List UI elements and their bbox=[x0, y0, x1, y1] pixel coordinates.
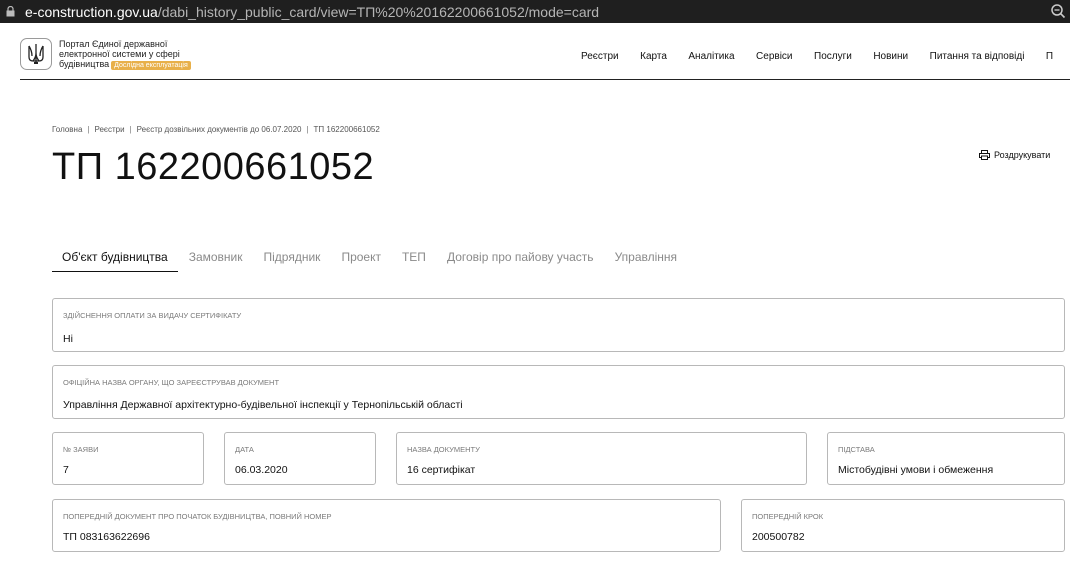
field-value: Управління Державної архітектурно-будіве… bbox=[63, 399, 463, 411]
field-value: 06.03.2020 bbox=[235, 464, 288, 476]
field-label: Попередній крок bbox=[752, 512, 824, 521]
nav-item-public-services[interactable]: Послуги bbox=[814, 51, 852, 62]
tab-share-agreement[interactable]: Договір про пайову участь bbox=[437, 248, 604, 272]
nav-item-map[interactable]: Карта bbox=[640, 51, 667, 62]
tab-tep[interactable]: ТЕП bbox=[392, 248, 436, 272]
portal-title-line3: будівництва bbox=[59, 59, 110, 69]
trident-logo-icon[interactable] bbox=[20, 38, 52, 70]
nav-item-registries[interactable]: Реєстри bbox=[581, 51, 619, 62]
breadcrumb: Головна | Реєстри | Реєстр дозвільних докуме… bbox=[52, 125, 380, 134]
field-payment: Здійснення оплати за видачу сертифікату … bbox=[52, 298, 1065, 352]
beta-badge: Дослідна експлуатація bbox=[111, 61, 191, 70]
print-button[interactable]: Роздрукувати bbox=[979, 150, 1050, 160]
main-nav: Реєстри Карта Аналітика Сервіси Послуги … bbox=[581, 51, 1070, 62]
breadcrumb-home[interactable]: Головна bbox=[52, 125, 82, 134]
nav-item-news[interactable]: Новини bbox=[873, 51, 908, 62]
field-previous-step: Попередній крок 200500782 bbox=[741, 499, 1065, 552]
field-document-name: Назва документу 16 сертифікат bbox=[396, 432, 807, 485]
field-label: Офіційна назва органу, що зареєстрував д… bbox=[63, 378, 280, 387]
nav-item-truncated[interactable]: П bbox=[1046, 51, 1053, 62]
site-header: Портал Єдиної державної електронної сист… bbox=[20, 30, 1070, 80]
field-value: 7 bbox=[63, 464, 69, 476]
card-tabs: Об'єкт будівництва Замовник Підрядник Пр… bbox=[52, 248, 688, 272]
lock-icon[interactable] bbox=[3, 0, 17, 23]
field-previous-document: Попередній документ про початок будівниц… bbox=[52, 499, 721, 552]
field-authority: Офіційна назва органу, що зареєстрував д… bbox=[52, 365, 1065, 419]
tab-contractor[interactable]: Підрядник bbox=[254, 248, 331, 272]
nav-item-services[interactable]: Сервіси bbox=[756, 51, 792, 62]
tab-project[interactable]: Проект bbox=[331, 248, 391, 272]
print-label: Роздрукувати bbox=[994, 150, 1051, 160]
breadcrumb-current: ТП 162200661052 bbox=[313, 125, 380, 134]
field-value: Ні bbox=[63, 333, 73, 345]
field-basis: Підстава Містобудівні умови і обмеження bbox=[827, 432, 1065, 485]
field-label: Назва документу bbox=[407, 445, 480, 454]
tab-management[interactable]: Управління bbox=[605, 248, 687, 272]
field-label: Попередній документ про початок будівниц… bbox=[63, 512, 332, 521]
zoom-icon[interactable] bbox=[1050, 3, 1066, 19]
field-value: ТП 083163622696 bbox=[63, 531, 150, 543]
browser-address-bar[interactable]: e-construction.gov.ua/dabi_history_publi… bbox=[0, 0, 1070, 23]
nav-item-faq[interactable]: Питання та відповіді bbox=[930, 51, 1025, 62]
address-url[interactable]: e-construction.gov.ua/dabi_history_publi… bbox=[25, 4, 599, 20]
breadcrumb-registries[interactable]: Реєстри bbox=[94, 125, 124, 134]
portal-title-line1: Портал Єдиної державної bbox=[59, 39, 168, 49]
nav-item-analytics[interactable]: Аналітика bbox=[688, 51, 734, 62]
field-label: Підстава bbox=[838, 445, 875, 454]
breadcrumb-registry[interactable]: Реєстр дозвільних документів до 06.07.20… bbox=[137, 125, 302, 134]
field-value: 16 сертифікат bbox=[407, 464, 476, 476]
field-application-number: № заяви 7 bbox=[52, 432, 204, 485]
portal-title[interactable]: Портал Єдиної державної електронної сист… bbox=[59, 39, 219, 70]
field-label: № заяви bbox=[63, 445, 99, 454]
portal-title-line2: електронної системи у сфері bbox=[59, 49, 180, 59]
page-title: ТП 162200661052 bbox=[52, 146, 375, 188]
field-value: Містобудівні умови і обмеження bbox=[838, 464, 994, 476]
field-label: Дата bbox=[235, 445, 254, 454]
tab-construction-object[interactable]: Об'єкт будівництва bbox=[52, 248, 178, 272]
field-value: 200500782 bbox=[752, 531, 805, 543]
tab-customer[interactable]: Замовник bbox=[179, 248, 253, 272]
printer-icon bbox=[979, 150, 990, 160]
field-date: Дата 06.03.2020 bbox=[224, 432, 376, 485]
field-label: Здійснення оплати за видачу сертифікату bbox=[63, 311, 242, 320]
